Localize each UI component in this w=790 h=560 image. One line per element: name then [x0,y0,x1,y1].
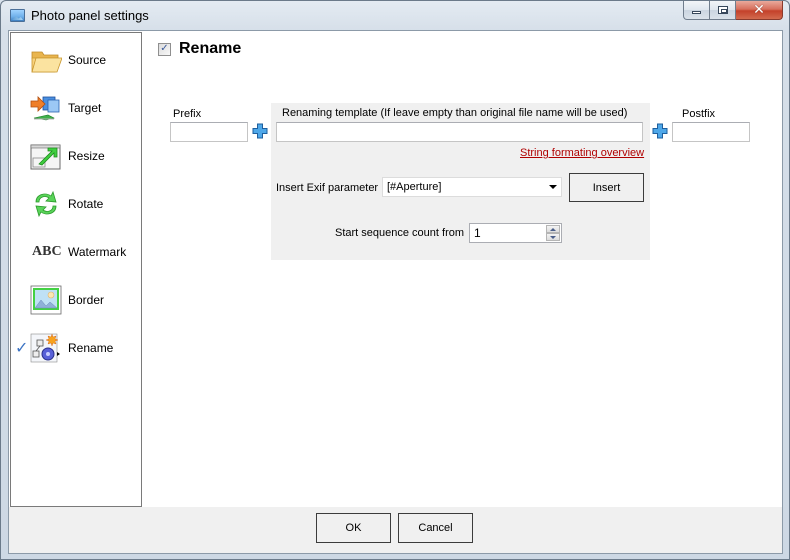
postfix-input[interactable] [672,122,750,142]
add-prefix-plus-icon[interactable] [252,123,268,139]
rename-gear-icon [30,333,60,363]
page-title: Rename [179,40,242,57]
maximize-icon [717,6,728,14]
watermark-abc-icon: ABC [32,244,62,259]
sequence-start-value: 1 [474,226,481,240]
sidebar-item-label: Border [68,293,105,307]
sidebar-item-rename[interactable]: ✓ Rename [11,328,141,368]
renaming-template-panel: Renaming template (If leave empty than o… [271,103,650,260]
template-label: Renaming template (If leave empty than o… [282,107,628,119]
sidebar-item-label: Watermark [68,245,127,259]
selected-check-icon: ✓ [15,338,29,357]
resize-icon [30,144,61,170]
chevron-down-icon [549,185,557,189]
target-network-icon [30,96,60,121]
sidebar-item-source[interactable]: Source [11,40,141,80]
sidebar-item-resize[interactable]: Resize [11,136,141,176]
title-bar[interactable]: Photo panel settings ✕ [1,1,789,29]
sequence-start-label: Start sequence count from [335,227,465,239]
ok-button[interactable]: OK [316,513,391,543]
sidebar-item-label: Target [68,101,102,115]
caption-buttons: ✕ [683,1,783,21]
dialog-footer: OK Cancel [9,507,782,553]
spinner-up-arrow-icon[interactable] [546,225,560,233]
sidebar-item-rotate[interactable]: Rotate [11,184,141,224]
sidebar-item-label: Resize [68,149,105,163]
minimize-icon [692,11,701,14]
sidebar-item-watermark[interactable]: ABC Watermark [11,232,141,272]
postfix-label: Postfix [682,108,716,120]
prefix-label: Prefix [173,108,202,120]
sidebar-nav: Source Target Resize Rotate ABC Watermar… [10,32,142,507]
border-picture-icon [30,285,62,315]
minimize-button[interactable] [683,1,710,20]
close-icon: ✕ [753,2,765,18]
spinner-down-arrow-icon[interactable] [546,233,560,241]
rename-section-header: ✓ Rename [158,40,241,58]
exif-parameter-select[interactable]: [#Aperture] [382,177,562,197]
rename-enabled-checkbox[interactable]: ✓ [158,42,171,56]
close-button[interactable]: ✕ [736,1,783,20]
exif-parameter-label: Insert Exif parameter [276,182,379,194]
photo-app-icon [10,9,25,22]
content-area: Source Target Resize Rotate ABC Watermar… [9,31,782,507]
cancel-button[interactable]: Cancel [398,513,473,543]
maximize-button[interactable] [710,1,736,20]
prefix-input[interactable] [170,122,248,142]
folder-icon [31,51,62,73]
dialog-client-area: Source Target Resize Rotate ABC Watermar… [8,30,783,554]
rotate-icon [35,190,57,218]
sidebar-item-label: Source [68,53,107,67]
sequence-start-spinner[interactable]: 1 [469,223,562,243]
window-title: Photo panel settings [31,8,149,23]
template-input[interactable] [276,122,643,142]
string-formatting-overview-link[interactable]: String formating overview [520,147,644,159]
sidebar-item-target[interactable]: Target [11,88,141,128]
spinner-buttons [546,225,560,241]
add-postfix-plus-icon[interactable] [652,123,668,139]
sidebar-item-label: Rotate [68,197,104,211]
settings-dialog: Photo panel settings ✕ Source Target Res… [0,0,790,560]
sidebar-item-label: Rename [68,341,114,355]
exif-selected-value: [#Aperture] [387,181,442,193]
insert-button[interactable]: Insert [569,173,644,202]
sidebar-item-border[interactable]: Border [11,280,141,320]
